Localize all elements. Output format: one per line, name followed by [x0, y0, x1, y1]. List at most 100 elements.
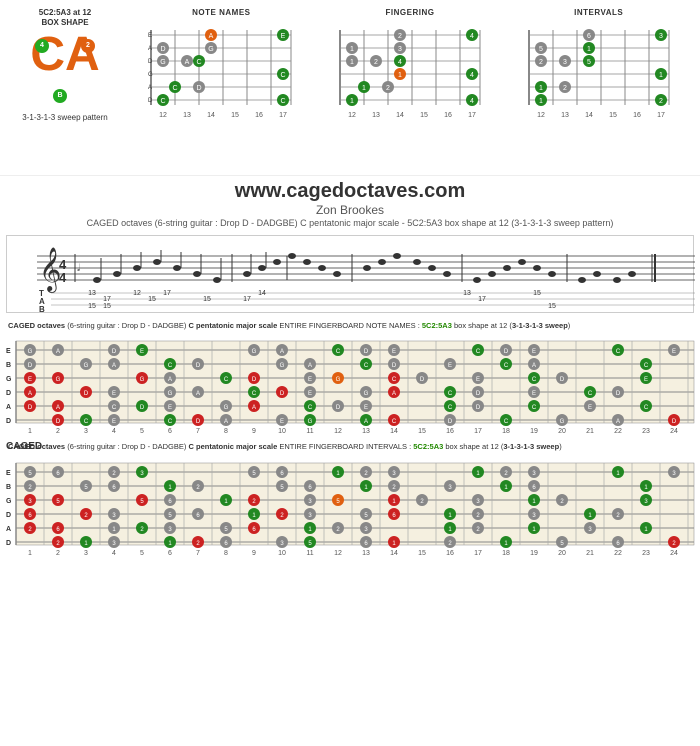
svg-text:18: 18 — [502, 550, 510, 555]
svg-text:3: 3 — [659, 33, 663, 40]
svg-text:G: G — [84, 363, 89, 369]
svg-text:D: D — [448, 419, 453, 425]
svg-text:17: 17 — [163, 290, 171, 297]
svg-text:D: D — [148, 59, 153, 65]
svg-text:C: C — [448, 391, 453, 397]
svg-text:E: E — [448, 363, 452, 369]
diagram-header-intervals: INTERVALS — [507, 8, 690, 17]
svg-text:C: C — [616, 349, 621, 355]
svg-text:11: 11 — [306, 428, 313, 433]
svg-text:A: A — [209, 33, 214, 40]
svg-text:C: C — [644, 363, 649, 369]
svg-text:C: C — [448, 405, 453, 411]
svg-text:2: 2 — [56, 550, 60, 555]
svg-text:4: 4 — [112, 550, 116, 555]
svg-text:2: 2 — [659, 98, 663, 105]
svg-text:C: C — [224, 377, 229, 383]
svg-text:C: C — [392, 419, 397, 425]
diagram-intervals: INTERVALS 6 3 5 — [507, 8, 690, 135]
svg-text:A: A — [252, 405, 256, 411]
svg-text:D: D — [28, 363, 33, 369]
svg-text:16: 16 — [255, 112, 263, 119]
svg-text:A: A — [280, 349, 284, 355]
website-desc: CAGED octaves (6-string guitar : Drop D … — [0, 217, 700, 230]
svg-text:C: C — [504, 419, 509, 425]
svg-text:G: G — [6, 376, 12, 383]
svg-text:D: D — [336, 405, 341, 411]
svg-text:12: 12 — [133, 290, 141, 297]
svg-text:13: 13 — [183, 112, 191, 119]
svg-text:A: A — [224, 419, 228, 425]
svg-text:19: 19 — [530, 428, 538, 433]
fingerboard2-section: CAGED octaves (6-string guitar : Drop D … — [4, 442, 696, 560]
svg-text:A: A — [6, 526, 11, 533]
svg-text:C: C — [161, 98, 166, 105]
svg-text:6: 6 — [587, 33, 591, 40]
svg-text:E: E — [588, 405, 592, 411]
notation-svg: 𝄞 4 4 𝅗𝅥 — [7, 236, 695, 314]
svg-text:E: E — [6, 470, 11, 477]
ca-letters: CA — [25, 31, 105, 79]
svg-text:A: A — [196, 391, 200, 397]
svg-text:22: 22 — [614, 550, 622, 555]
svg-text:13: 13 — [88, 290, 96, 297]
svg-text:D: D — [84, 391, 89, 397]
svg-text:E: E — [476, 377, 480, 383]
svg-text:E: E — [148, 33, 152, 39]
svg-text:D: D — [28, 405, 33, 411]
svg-text:D: D — [196, 363, 201, 369]
svg-text:E: E — [168, 405, 172, 411]
svg-text:D: D — [148, 98, 153, 104]
svg-text:C: C — [532, 377, 537, 383]
svg-text:17: 17 — [468, 112, 476, 119]
svg-text:13: 13 — [362, 428, 370, 433]
svg-text:C: C — [644, 405, 649, 411]
svg-text:5: 5 — [140, 428, 144, 433]
svg-text:1: 1 — [539, 98, 543, 105]
svg-text:D: D — [476, 405, 481, 411]
logo-title: 5C2:5A3 at 12BOX SHAPE — [10, 8, 120, 29]
svg-text:15: 15 — [418, 550, 426, 555]
svg-text:D: D — [560, 377, 565, 383]
svg-text:D: D — [112, 349, 117, 355]
svg-text:D: D — [476, 391, 481, 397]
svg-text:14: 14 — [396, 112, 404, 119]
svg-text:16: 16 — [446, 428, 454, 433]
svg-text:D: D — [56, 419, 61, 425]
svg-text:1: 1 — [587, 46, 591, 53]
svg-text:D: D — [504, 349, 509, 355]
svg-text:G: G — [364, 391, 369, 397]
svg-text:23: 23 — [642, 428, 650, 433]
svg-text:10: 10 — [278, 550, 286, 555]
svg-text:1: 1 — [350, 98, 354, 105]
svg-text:E: E — [280, 419, 284, 425]
svg-text:G: G — [336, 377, 341, 383]
svg-text:G: G — [280, 363, 285, 369]
svg-text:C: C — [168, 419, 173, 425]
svg-text:A: A — [308, 363, 312, 369]
svg-text:16: 16 — [446, 550, 454, 555]
svg-text:4: 4 — [112, 428, 116, 433]
svg-text:C: C — [588, 391, 593, 397]
svg-text:D: D — [252, 377, 257, 383]
svg-text:8: 8 — [224, 428, 228, 433]
svg-text:16: 16 — [633, 112, 641, 119]
svg-text:C: C — [336, 349, 341, 355]
svg-text:C: C — [168, 363, 173, 369]
svg-text:𝅗𝅥: 𝅗𝅥 — [77, 263, 81, 274]
svg-text:5: 5 — [140, 550, 144, 555]
svg-text:5: 5 — [539, 46, 543, 53]
svg-text:20: 20 — [558, 428, 566, 433]
svg-text:12: 12 — [537, 112, 545, 119]
svg-text:1: 1 — [28, 550, 32, 555]
svg-text:13: 13 — [362, 550, 370, 555]
svg-text:A: A — [616, 419, 620, 425]
svg-text:E: E — [140, 349, 144, 355]
fingerboard2-diagram: E B G D A D — [4, 455, 696, 560]
svg-text:C: C — [252, 391, 257, 397]
svg-text:19: 19 — [530, 550, 538, 555]
svg-text:G: G — [252, 349, 257, 355]
svg-text:C: C — [476, 349, 481, 355]
svg-text:15: 15 — [103, 303, 111, 310]
svg-text:E: E — [281, 33, 286, 40]
